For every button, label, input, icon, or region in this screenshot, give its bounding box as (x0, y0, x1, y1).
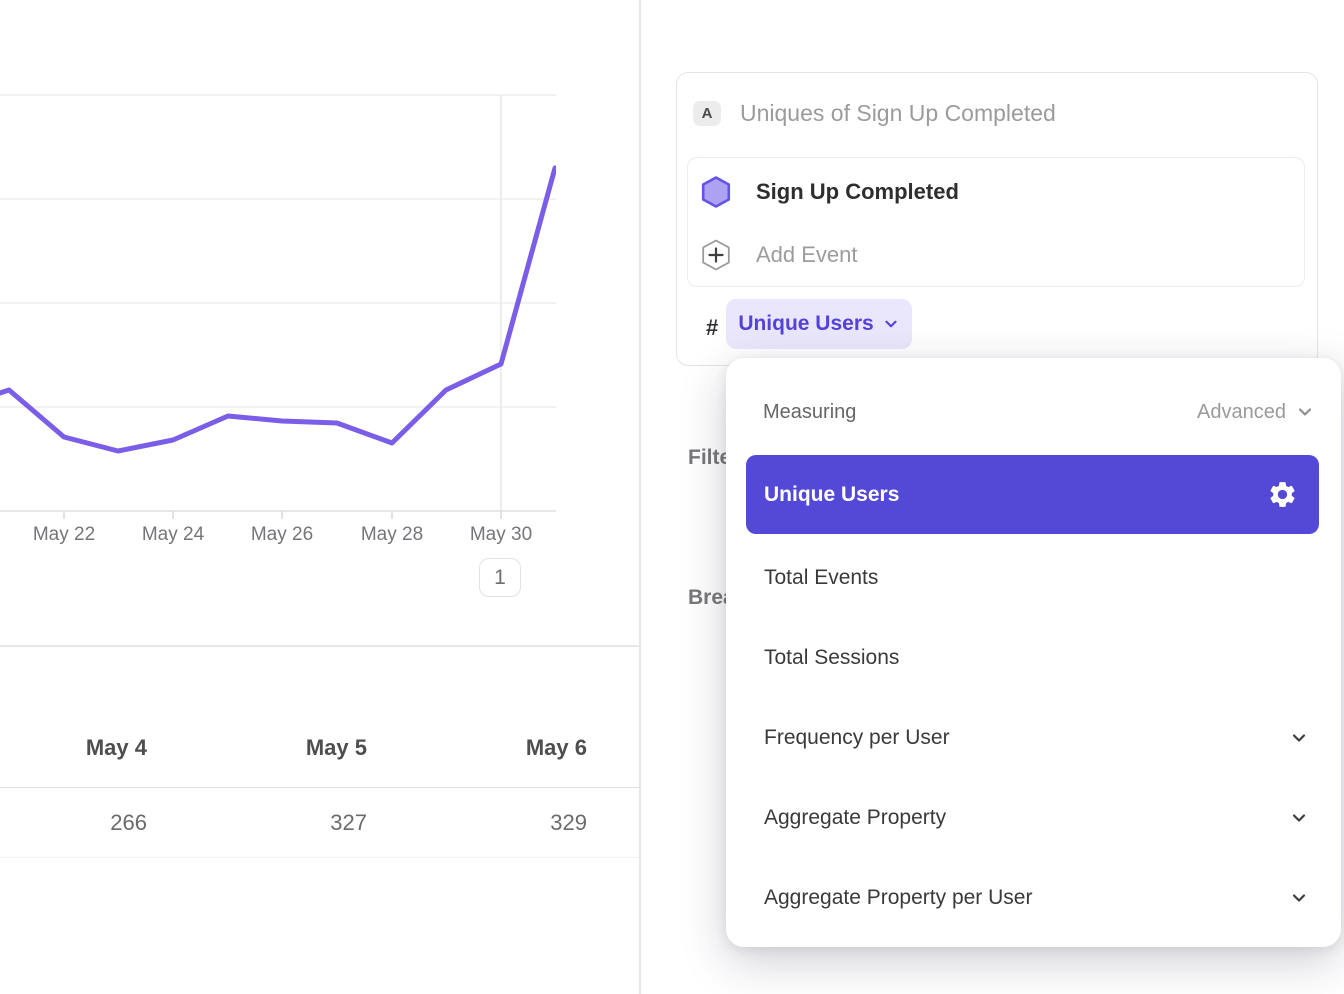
x-axis-label: May 30 (456, 524, 546, 546)
measuring-option[interactable]: Total Sessions (746, 618, 1319, 698)
measuring-option-label: Total Sessions (764, 646, 899, 670)
table-cell-value: 266 (0, 810, 147, 836)
x-axis-label: May 24 (128, 524, 218, 546)
chevron-down-icon (1295, 402, 1315, 422)
measuring-mode-selector[interactable]: Advanced (1197, 401, 1315, 424)
table-cell-value: 327 (147, 810, 367, 836)
trend-line-chart (0, 80, 556, 540)
measuring-option-label: Frequency per User (764, 726, 950, 750)
measuring-option[interactable]: Unique Users (746, 455, 1319, 534)
add-event-icon (701, 239, 731, 271)
x-axis-label: May 22 (19, 524, 109, 546)
table-column-header[interactable]: May 6 (367, 735, 587, 761)
table-column-header[interactable]: May 5 (147, 735, 367, 761)
event-name: Sign Up Completed (756, 179, 959, 205)
x-axis-label: May 28 (347, 524, 437, 546)
chevron-down-icon (882, 315, 900, 333)
insights-report-view: May 22 May 24 May 26 May 28 May 30 1 May 4 M… (0, 0, 1344, 994)
results-table-header: May 4 May 5 May 6 (0, 708, 639, 788)
event-hexagon-icon (701, 176, 731, 208)
metric-card: A Uniques of Sign Up Completed Sign Up C… (676, 72, 1318, 366)
count-prefix: # (706, 315, 718, 341)
series-title-row: A Uniques of Sign Up Completed (693, 100, 1056, 127)
add-event-button[interactable]: Add Event (701, 238, 858, 272)
measuring-menu-popover: Measuring Advanced Unique Users (726, 358, 1341, 947)
measuring-option[interactable]: Frequency per User (746, 698, 1319, 778)
series-title: Uniques of Sign Up Completed (740, 100, 1056, 127)
measuring-menu-header: Measuring Advanced (763, 393, 1315, 431)
measuring-option-label: Unique Users (764, 483, 899, 507)
chart-panel: May 22 May 24 May 26 May 28 May 30 1 May 4 M… (0, 0, 639, 994)
x-axis-label: May 26 (237, 524, 327, 546)
measurement-value: Unique Users (738, 312, 873, 336)
event-box: Sign Up Completed Add Event (687, 157, 1305, 287)
event-row[interactable]: Sign Up Completed (701, 175, 959, 209)
measuring-mode-value: Advanced (1197, 401, 1286, 424)
measuring-option-label: Total Events (764, 566, 878, 590)
table-cell-value: 329 (367, 810, 587, 836)
measuring-options-list: Unique Users Total Events Total Se (746, 455, 1319, 938)
measuring-option[interactable]: Total Events (746, 538, 1319, 618)
measuring-option[interactable]: Aggregate Property (746, 778, 1319, 858)
table-column-header[interactable]: May 4 (0, 735, 147, 761)
add-event-label: Add Event (756, 242, 858, 268)
chevron-down-icon (1289, 888, 1309, 908)
measuring-menu-title: Measuring (763, 401, 856, 424)
results-table-row: 266 327 329 (0, 789, 639, 858)
horizontal-divider (0, 645, 639, 647)
measuring-option-label: Aggregate Property (764, 806, 946, 830)
pagination-badge[interactable]: 1 (479, 558, 521, 597)
gear-icon[interactable] (1267, 479, 1298, 510)
measurement-dropdown-button[interactable]: Unique Users (726, 299, 912, 349)
series-badge: A (693, 101, 721, 126)
measuring-option-label: Aggregate Property per User (764, 886, 1032, 910)
chevron-down-icon (1289, 808, 1309, 828)
chevron-down-icon (1289, 728, 1309, 748)
panel-divider (639, 0, 641, 994)
measuring-option[interactable]: Aggregate Property per User (746, 858, 1319, 938)
pagination-label: 1 (494, 566, 506, 590)
